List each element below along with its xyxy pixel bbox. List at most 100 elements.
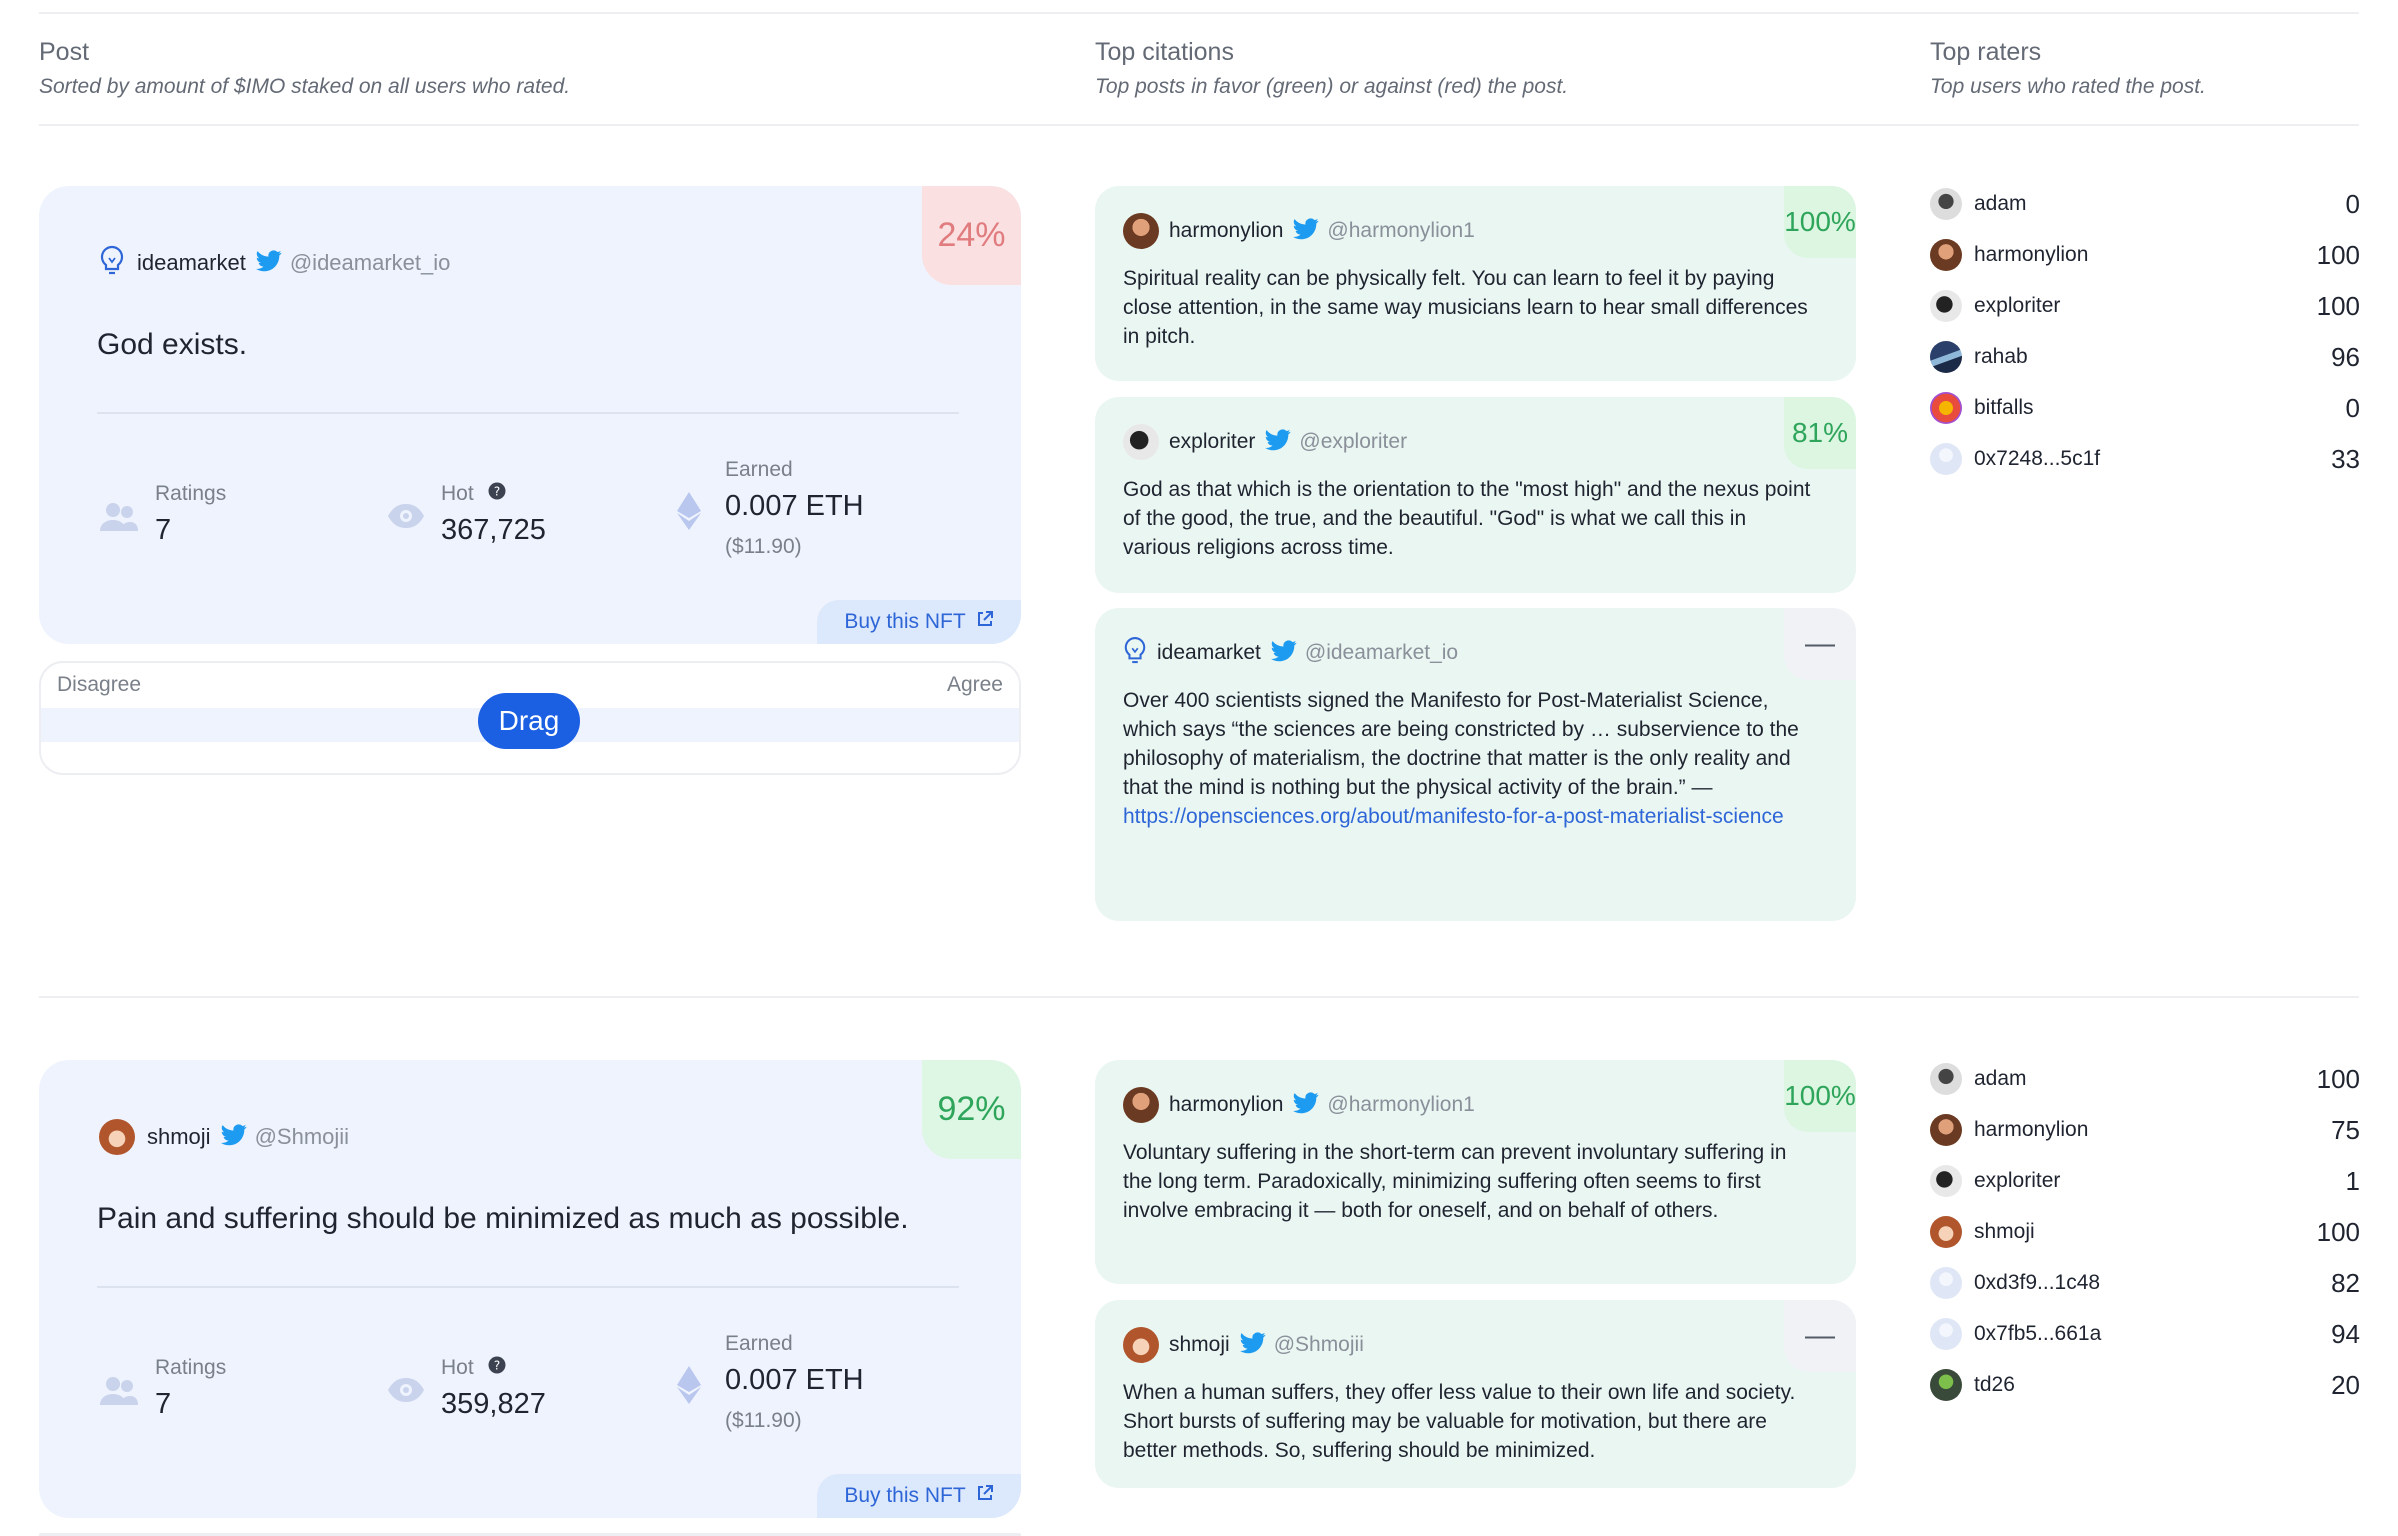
- citation-card[interactable]: — ideamarket @ideamarket_io Over 400 sci…: [1095, 608, 1856, 921]
- rater-row[interactable]: 0x7fb5...661a 94: [1930, 1314, 2360, 1354]
- rater-row[interactable]: exploriter 100: [1930, 286, 2360, 326]
- rater-row[interactable]: harmonylion 75: [1930, 1110, 2360, 1150]
- hot-label-text: Hot: [441, 1356, 474, 1379]
- rater-score: 100: [2316, 1216, 2360, 1247]
- rater-score: 100: [2316, 290, 2360, 321]
- rating-slider[interactable]: Disagree Agree Drag: [39, 661, 1021, 775]
- twitter-icon: [255, 249, 282, 277]
- rater-name: shmoji: [1974, 1220, 2035, 1243]
- header-divider: [39, 124, 2359, 126]
- ratings-label: Ratings: [155, 1356, 227, 1379]
- post-separator: [97, 412, 959, 414]
- citation-author-handle[interactable]: @Shmojii: [1274, 1333, 1364, 1357]
- citation-author[interactable]: harmonylion @harmonylion1: [1123, 213, 1475, 249]
- header-raters-subtitle: Top users who rated the post.: [1930, 75, 2206, 98]
- hot-label: Hot ?: [441, 1356, 546, 1380]
- rater-score: 0: [2345, 188, 2360, 219]
- citation-link[interactable]: https://opensciences.org/about/manifesto…: [1123, 805, 1784, 828]
- rater-name: harmonylion: [1974, 243, 2089, 266]
- rater-score: 0: [2345, 392, 2360, 423]
- citation-card[interactable]: 81% exploriter @exploriter God as that w…: [1095, 397, 1856, 593]
- avatar: [1930, 290, 1962, 322]
- buy-nft-label: Buy this NFT: [844, 1484, 966, 1507]
- users-icon: [99, 501, 139, 538]
- help-icon[interactable]: ?: [488, 1356, 506, 1380]
- avatar: [1123, 424, 1159, 460]
- rater-row[interactable]: exploriter 1: [1930, 1161, 2360, 1201]
- rater-row[interactable]: 0xd3f9...1c48 82: [1930, 1263, 2360, 1303]
- header-post: Post Sorted by amount of $IMO staked on …: [39, 38, 570, 99]
- rater-row[interactable]: td26 20: [1930, 1365, 2360, 1405]
- earned-stat: Earned 0.007 ETH ($11.90): [725, 1332, 864, 1433]
- lightbulb-icon: [1123, 636, 1147, 671]
- rater-name: adam: [1974, 192, 2027, 215]
- twitter-icon: [1293, 1091, 1319, 1119]
- post-author-handle[interactable]: @ideamarket_io: [290, 250, 451, 276]
- hot-label: Hot ?: [441, 482, 546, 506]
- avatar: [1930, 1114, 1962, 1146]
- avatar: [1930, 1165, 1962, 1197]
- post-text[interactable]: Pain and suffering should be minimized a…: [97, 1202, 909, 1236]
- ratings-stat: Ratings 7: [155, 482, 226, 547]
- citation-card[interactable]: — shmoji @Shmojii When a human suffers, …: [1095, 1300, 1856, 1488]
- avatar: [1930, 1267, 1962, 1299]
- citation-author[interactable]: shmoji @Shmojii: [1123, 1327, 1364, 1363]
- header-citations-subtitle: Top posts in favor (green) or against (r…: [1095, 75, 1569, 98]
- buy-nft-label: Buy this NFT: [844, 610, 966, 633]
- rater-row[interactable]: rahab 96: [1930, 337, 2360, 377]
- post-card[interactable]: 24% ideamarket @ideamarket_io God exists…: [39, 186, 1021, 644]
- slider-agree-label: Agree: [946, 673, 1003, 696]
- citation-card[interactable]: 100% harmonylion @harmonylion1 Voluntary…: [1095, 1060, 1856, 1284]
- citation-author-handle[interactable]: @exploriter: [1299, 430, 1407, 454]
- rater-row[interactable]: bitfalls 0: [1930, 388, 2360, 428]
- rater-name: harmonylion: [1974, 1118, 2089, 1141]
- buy-nft-button[interactable]: Buy this NFT: [817, 600, 1021, 644]
- citation-author[interactable]: exploriter @exploriter: [1123, 424, 1407, 460]
- rater-name: adam: [1974, 1067, 2027, 1090]
- post-author-handle[interactable]: @Shmojii: [255, 1124, 349, 1150]
- citation-text: Voluntary suffering in the short-term ca…: [1123, 1141, 1787, 1222]
- avatar: [1930, 1063, 1962, 1095]
- citation-author[interactable]: harmonylion @harmonylion1: [1123, 1087, 1475, 1123]
- rater-row[interactable]: shmoji 100: [1930, 1212, 2360, 1252]
- rater-row[interactable]: harmonylion 100: [1930, 235, 2360, 275]
- help-icon[interactable]: ?: [488, 482, 506, 506]
- post-text[interactable]: God exists.: [97, 328, 247, 362]
- citation-author-name: harmonylion: [1169, 219, 1284, 242]
- rater-score: 96: [2331, 341, 2360, 372]
- avatar: [1930, 1216, 1962, 1248]
- ratings-value: 7: [155, 514, 172, 546]
- avatar: [1930, 239, 1962, 271]
- citation-author-handle[interactable]: @ideamarket_io: [1305, 641, 1458, 665]
- post-percent-badge: 24%: [922, 186, 1021, 285]
- avatar: [1930, 1369, 1962, 1401]
- citation-author-name: ideamarket: [1157, 641, 1261, 664]
- rater-score: 94: [2331, 1318, 2360, 1349]
- header-citations-title: Top citations: [1095, 38, 1234, 66]
- rater-name: td26: [1974, 1373, 2015, 1396]
- post-separator: [97, 1286, 959, 1288]
- rater-row[interactable]: adam 0: [1930, 184, 2360, 224]
- post-card[interactable]: 92% shmoji @Shmojii Pain and suffering s…: [39, 1060, 1021, 1518]
- post-author[interactable]: ideamarket @ideamarket_io: [99, 245, 451, 280]
- citation-text: God as that which is the orientation to …: [1123, 478, 1811, 559]
- rater-row[interactable]: adam 100: [1930, 1059, 2360, 1099]
- header-raters: Top raters Top users who rated the post.: [1930, 38, 2206, 99]
- buy-nft-button[interactable]: Buy this NFT: [817, 1474, 1021, 1518]
- citation-author[interactable]: ideamarket @ideamarket_io: [1123, 636, 1458, 670]
- rater-row[interactable]: 0x7248...5c1f 33: [1930, 439, 2360, 479]
- citation-author-handle[interactable]: @harmonylion1: [1327, 219, 1474, 243]
- hot-label-text: Hot: [441, 482, 474, 505]
- slider-drag-handle[interactable]: Drag: [478, 693, 580, 749]
- ratings-label: Ratings: [155, 482, 227, 505]
- rater-name: rahab: [1974, 345, 2028, 368]
- twitter-icon: [1239, 1331, 1266, 1359]
- avatar: [1930, 341, 1962, 373]
- header-post-subtitle: Sorted by amount of $IMO staked on all u…: [39, 75, 571, 98]
- citation-neutral-badge: —: [1784, 1300, 1856, 1372]
- rater-name: exploriter: [1974, 294, 2061, 317]
- citation-card[interactable]: 100% harmonylion @harmonylion1 Spiritual…: [1095, 186, 1856, 381]
- citation-author-handle[interactable]: @harmonylion1: [1327, 1093, 1474, 1117]
- post-author[interactable]: shmoji @Shmojii: [99, 1119, 349, 1155]
- rater-score: 1: [2345, 1165, 2360, 1196]
